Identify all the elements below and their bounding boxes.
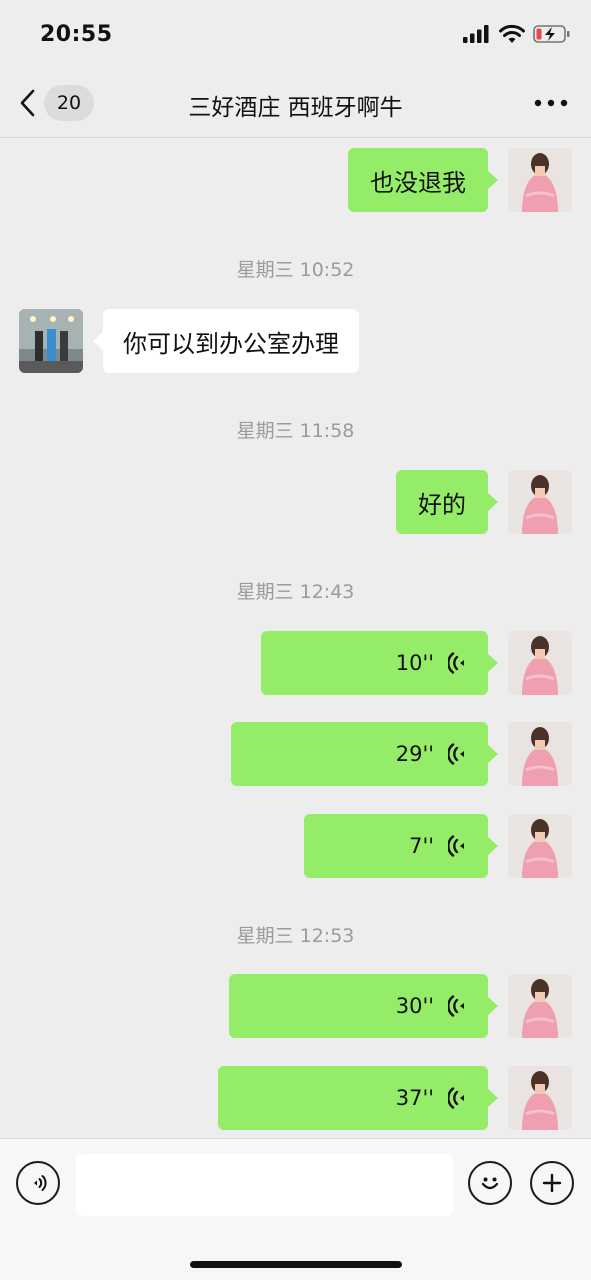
status-time: 20:55 xyxy=(40,22,113,47)
my-avatar[interactable] xyxy=(508,1066,572,1130)
my-avatar[interactable] xyxy=(508,722,572,786)
my-avatar[interactable] xyxy=(508,148,572,212)
message-text: 你可以到办公室办理 xyxy=(123,329,339,358)
battery-charging-icon xyxy=(533,25,570,43)
chat-title: 三好酒庄 西班牙啊牛 xyxy=(188,95,403,121)
chat-screen: 20:55 20 三好酒庄 西班牙啊牛 也没退我 星期三 10:52 你可以到办… xyxy=(0,0,591,1280)
outgoing-text-bubble[interactable]: 好的 xyxy=(396,470,498,534)
message-text: 好的 xyxy=(418,490,466,519)
wifi-icon xyxy=(499,24,525,43)
emoji-smile-icon xyxy=(481,1177,499,1190)
outgoing-voice-bubble[interactable]: 10'' xyxy=(261,631,498,695)
message-list[interactable]: 也没退我 星期三 10:52 你可以到办公室办理 星期三 11:58 好的 星期… xyxy=(0,138,591,1138)
timestamp: 星期三 11:58 xyxy=(236,420,355,442)
my-avatar[interactable] xyxy=(508,631,572,695)
cellular-signal-icon xyxy=(463,25,489,43)
my-avatar[interactable] xyxy=(508,814,572,878)
voice-duration: 29'' xyxy=(395,742,434,766)
my-avatar[interactable] xyxy=(508,974,572,1038)
home-indicator xyxy=(190,1261,402,1268)
more-actions-button[interactable] xyxy=(530,1161,574,1205)
outgoing-voice-bubble[interactable]: 30'' xyxy=(229,974,498,1038)
message-text: 也没退我 xyxy=(370,168,466,197)
outgoing-voice-bubble[interactable]: 7'' xyxy=(304,814,498,878)
outgoing-voice-bubble[interactable]: 29'' xyxy=(231,722,498,786)
voice-duration: 37'' xyxy=(395,1086,434,1110)
voice-wave-icon xyxy=(448,835,464,857)
voice-input-toggle-button[interactable] xyxy=(16,1161,60,1205)
input-bar xyxy=(0,1138,591,1280)
emoji-button[interactable] xyxy=(468,1161,512,1205)
voice-duration: 30'' xyxy=(395,994,434,1018)
plus-icon xyxy=(542,1173,562,1193)
voice-duration: 10'' xyxy=(395,651,434,675)
timestamp: 星期三 12:43 xyxy=(236,581,355,603)
nav-bar: 20 三好酒庄 西班牙啊牛 xyxy=(0,68,591,138)
voice-duration: 7'' xyxy=(409,834,434,858)
outgoing-voice-bubble[interactable]: 37'' xyxy=(218,1066,498,1130)
voice-wave-icon xyxy=(448,743,464,765)
timestamp: 星期三 12:53 xyxy=(236,925,355,947)
voice-wave-icon xyxy=(448,1087,464,1109)
outgoing-text-bubble[interactable]: 也没退我 xyxy=(348,148,498,212)
voice-wave-icon xyxy=(448,652,464,674)
timestamp: 星期三 10:52 xyxy=(236,259,355,281)
contact-avatar[interactable] xyxy=(19,309,83,373)
more-options-button[interactable] xyxy=(531,88,571,118)
incoming-text-bubble[interactable]: 你可以到办公室办理 xyxy=(93,309,359,373)
voice-wave-icon xyxy=(448,995,464,1017)
status-bar: 20:55 xyxy=(0,0,591,68)
more-dots-icon xyxy=(534,99,568,107)
status-icons xyxy=(463,24,571,44)
message-input[interactable] xyxy=(76,1154,453,1216)
voice-mode-icon xyxy=(34,1175,47,1191)
my-avatar[interactable] xyxy=(508,470,572,534)
